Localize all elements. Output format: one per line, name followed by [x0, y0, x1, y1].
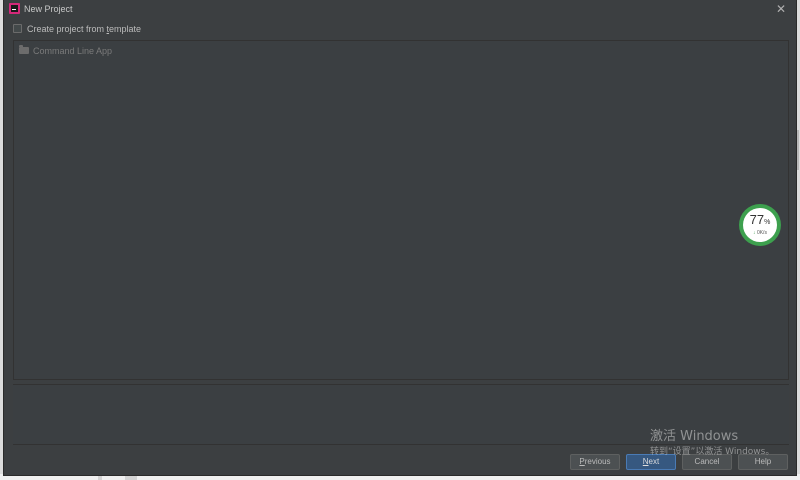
window-title: New Project [24, 4, 73, 14]
windows-activation-watermark: 激活 Windows 转到“设置”以激活 Windows。 [650, 429, 774, 458]
new-project-dialog: New Project ✕ Create project from templa… [3, 0, 797, 476]
create-from-template-checkbox[interactable] [13, 24, 22, 33]
network-speed: ↓ 0K/s [753, 230, 767, 236]
folder-icon [19, 45, 29, 54]
template-list[interactable]: Command Line App [13, 40, 789, 380]
download-arrow-icon: ↓ [753, 230, 756, 236]
intellij-app-icon [9, 3, 20, 14]
watermark-title: 激活 Windows [650, 429, 739, 444]
watermark-subtitle: 转到“设置”以激活 Windows。 [650, 447, 775, 457]
previous-button[interactable]: Previous [570, 454, 620, 470]
network-widget-face: 77% ↓ 0K/s [743, 208, 777, 242]
create-from-template-label[interactable]: Create project from template [27, 22, 141, 36]
network-speed-widget[interactable]: 77% ↓ 0K/s [739, 204, 781, 246]
network-usage-percent: 77% [749, 212, 771, 227]
close-icon[interactable]: ✕ [774, 2, 788, 16]
title-bar: New Project ✕ [4, 0, 796, 18]
template-label: Command Line App [33, 46, 113, 56]
